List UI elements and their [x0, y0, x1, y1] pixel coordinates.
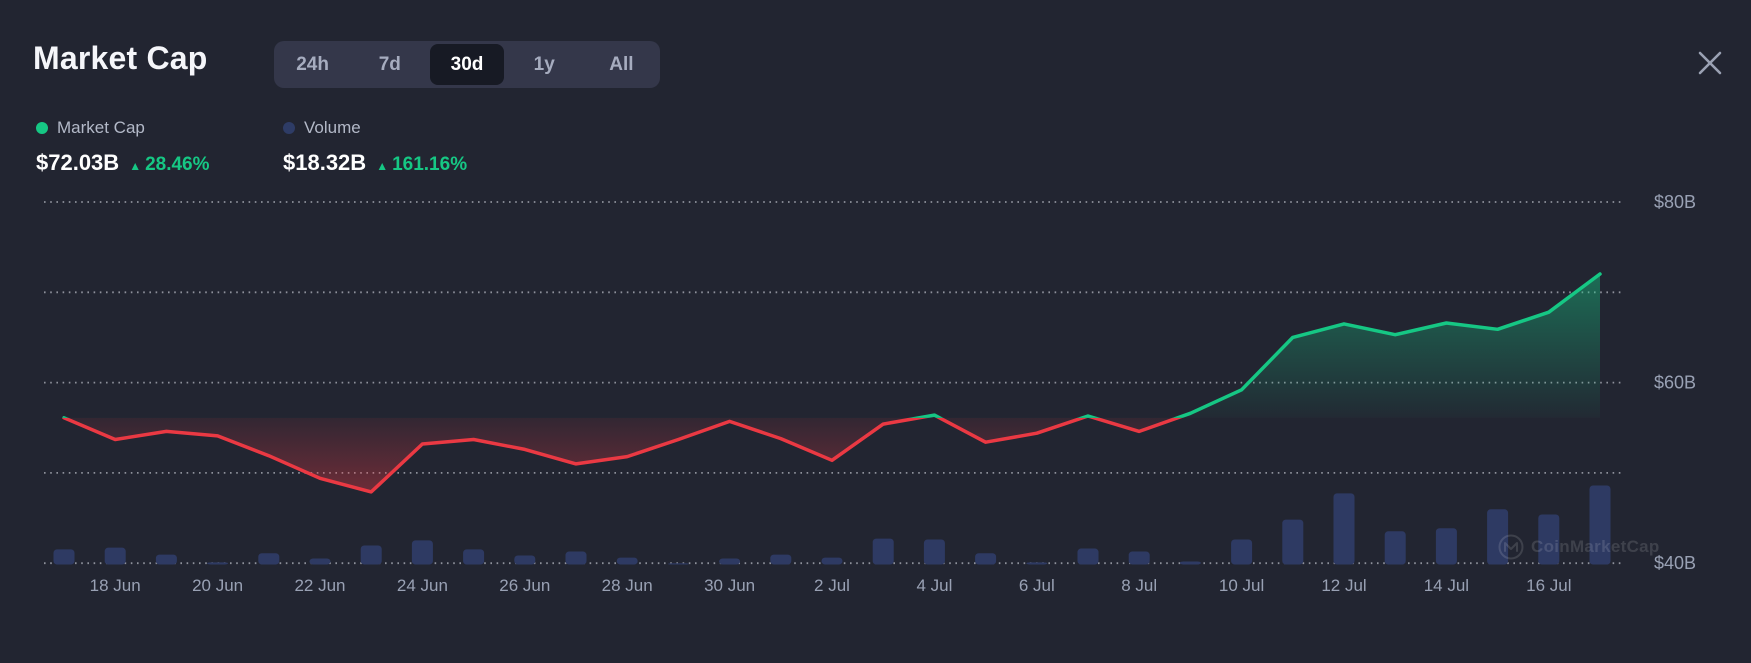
x-axis-label: 26 Jun — [499, 576, 550, 595]
x-axis-label: 12 Jul — [1321, 576, 1366, 595]
volume-bar — [207, 562, 228, 564]
coinmarketcap-watermark: CoinMarketCap — [1498, 534, 1660, 560]
x-axis-label: 28 Jun — [602, 576, 653, 595]
volume-legend-label: Volume — [304, 118, 361, 138]
volume-bar — [361, 546, 382, 565]
coinmarketcap-logo-icon — [1498, 534, 1524, 560]
time-range-tabs: 24h7d30d1yAll — [274, 41, 660, 88]
volume-bar — [1282, 520, 1303, 565]
volume-bar — [770, 555, 791, 565]
volume-bar — [1180, 561, 1201, 564]
volume-bar — [1231, 539, 1252, 564]
volume-bar — [975, 553, 996, 564]
x-axis-label: 30 Jun — [704, 576, 755, 595]
volume-dot-icon — [283, 122, 295, 134]
tab-7d[interactable]: 7d — [353, 44, 426, 85]
volume-bar — [873, 539, 894, 565]
market-cap-legend: Market Cap $72.03B ▲ 28.46% — [36, 116, 210, 176]
market-cap-change: 28.46% — [145, 154, 209, 176]
volume-bar — [156, 555, 177, 565]
volume-bar — [719, 558, 740, 564]
volume-bar — [924, 539, 945, 564]
volume-bar — [822, 558, 843, 565]
market-cap-chart[interactable]: $80B $60B $40B 18 Jun 20 Jun 22 Jun 24 Jun 26 J… — [0, 0, 1751, 663]
market-cap-value: $72.03B — [36, 150, 119, 176]
up-arrow-icon: ▲ — [376, 159, 388, 173]
x-axis-label: 2 Jul — [814, 576, 850, 595]
x-axis-label: 20 Jun — [192, 576, 243, 595]
y-axis-label: $40B — [1654, 553, 1696, 573]
market-cap-dot-icon — [36, 122, 48, 134]
x-axis-label: 14 Jul — [1424, 576, 1469, 595]
volume-bar — [54, 549, 75, 564]
x-axis-label: 8 Jul — [1121, 576, 1157, 595]
volume-value: $18.32B — [283, 150, 366, 176]
up-arrow-icon: ▲ — [129, 159, 141, 173]
volume-bar — [463, 549, 484, 564]
volume-bar — [258, 553, 279, 564]
close-button[interactable] — [1692, 45, 1728, 81]
volume-bar — [1385, 531, 1406, 564]
market-cap-chart-panel: $80B $60B $40B 18 Jun 20 Jun 22 Jun 24 Jun 26 J… — [0, 0, 1751, 663]
volume-bar — [1026, 562, 1047, 564]
tab-24h[interactable]: 24h — [276, 44, 349, 85]
volume-legend: Volume $18.32B ▲ 161.16% — [283, 116, 467, 176]
page-title: Market Cap — [33, 40, 208, 77]
y-axis-label: $80B — [1654, 192, 1696, 212]
volume-change: 161.16% — [392, 154, 467, 176]
volume-bar — [310, 558, 331, 564]
x-axis-label: 10 Jul — [1219, 576, 1264, 595]
x-axis-label: 16 Jul — [1526, 576, 1571, 595]
volume-bar — [1436, 528, 1457, 564]
volume-bar — [617, 558, 638, 565]
volume-bar — [514, 555, 535, 564]
x-axis-label: 24 Jun — [397, 576, 448, 595]
x-axis-label: 22 Jun — [294, 576, 345, 595]
volume-bar — [566, 552, 587, 565]
volume-bar — [412, 540, 433, 564]
volume-bar — [105, 548, 126, 565]
volume-bar — [1129, 552, 1150, 565]
close-icon — [1692, 45, 1728, 81]
volume-bar — [1078, 549, 1099, 565]
tab-1y[interactable]: 1y — [508, 44, 581, 85]
market-cap-legend-label: Market Cap — [57, 118, 145, 138]
tab-30d[interactable]: 30d — [430, 44, 503, 85]
y-axis-label: $60B — [1654, 373, 1696, 393]
tab-all[interactable]: All — [585, 44, 658, 85]
x-axis-label: 6 Jul — [1019, 576, 1055, 595]
volume-bar — [668, 563, 689, 564]
volume-bar — [1334, 493, 1355, 564]
x-axis-label: 18 Jun — [90, 576, 141, 595]
x-axis-label: 4 Jul — [916, 576, 952, 595]
watermark-text: CoinMarketCap — [1531, 537, 1660, 557]
